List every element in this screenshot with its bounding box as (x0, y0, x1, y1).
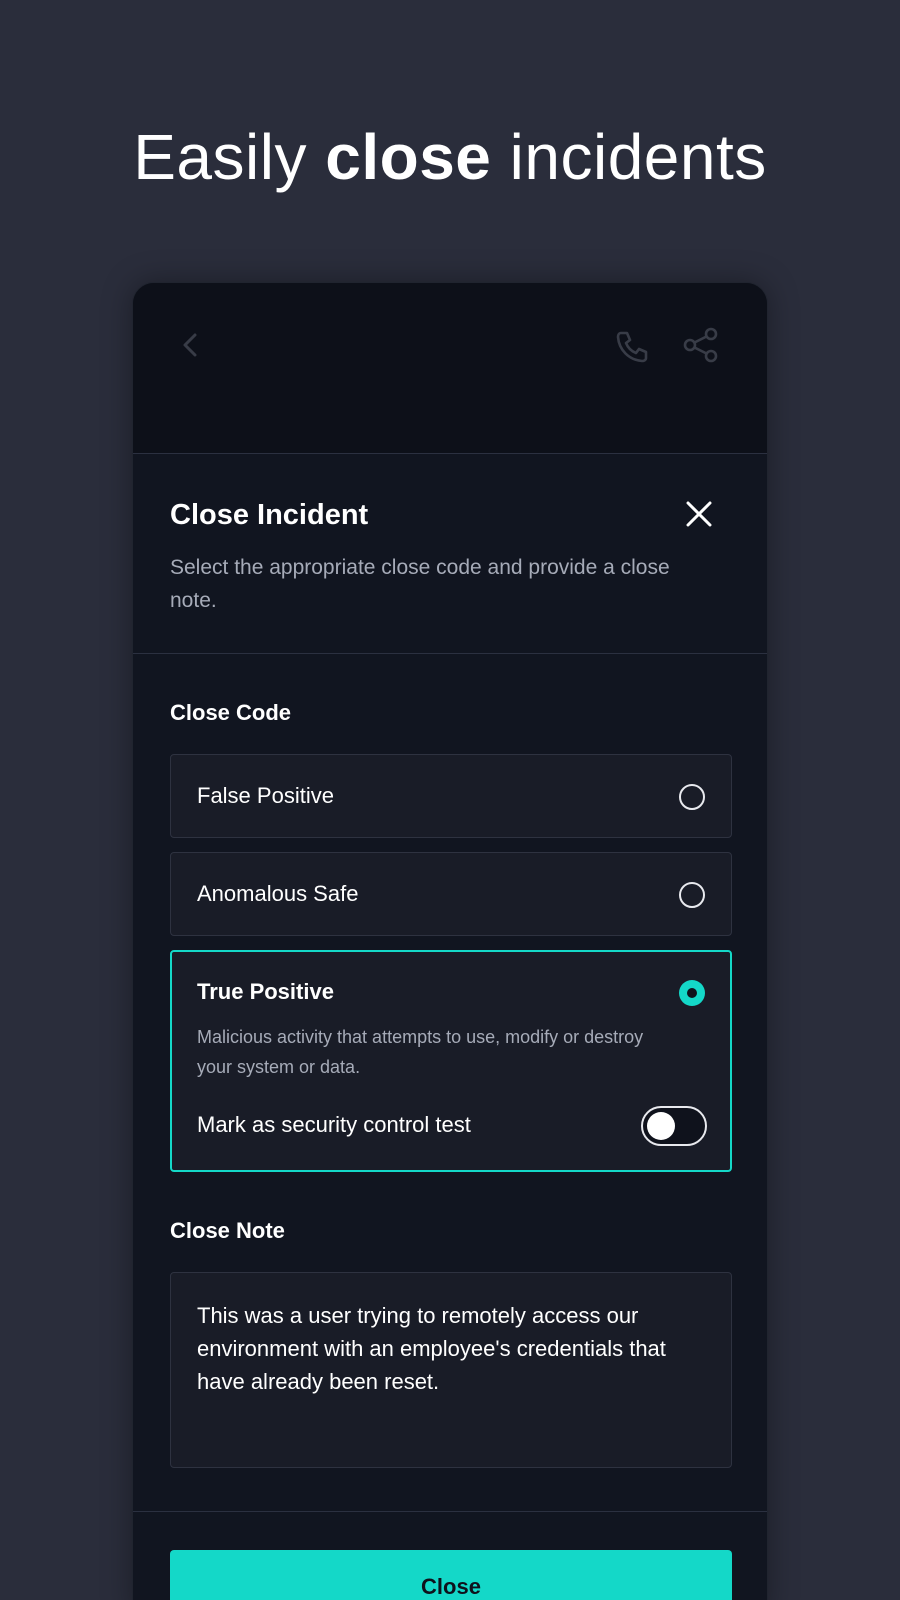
option-label: False Positive (197, 783, 334, 808)
radio-button[interactable] (679, 784, 705, 810)
promo-headline: Easily close incidents (0, 120, 900, 194)
option-anomalous-safe[interactable]: Anomalous Safe (170, 852, 732, 936)
close-incident-sheet: Close Incident Select the appropriate cl… (133, 453, 767, 1600)
footer-divider (133, 1511, 767, 1512)
chevron-left-icon[interactable] (171, 325, 211, 365)
close-button[interactable]: Close (170, 1550, 732, 1600)
sheet-subtitle: Select the appropriate close code and pr… (170, 556, 670, 612)
close-code-label: Close Code (170, 700, 292, 725)
phone-icon[interactable] (611, 325, 651, 365)
phone-screen: Close Incident Select the appropriate cl… (132, 282, 768, 1600)
security-test-toggle[interactable] (641, 1106, 707, 1146)
security-test-toggle-label: Mark as security control test (197, 1112, 471, 1137)
option-description: Malicious activity that attempts to use,… (197, 1027, 644, 1077)
close-icon[interactable] (685, 500, 713, 528)
close-note-textarea[interactable]: This was a user trying to remotely acces… (170, 1272, 732, 1468)
headline-strong: close (325, 121, 492, 193)
sheet-header: Close Incident Select the appropriate cl… (133, 454, 767, 654)
close-note-label: Close Note (170, 1218, 285, 1243)
option-false-positive[interactable]: False Positive (170, 754, 732, 838)
option-label: True Positive (197, 979, 334, 1004)
radio-button-selected[interactable] (679, 980, 705, 1006)
radio-button[interactable] (679, 882, 705, 908)
share-icon[interactable] (681, 325, 721, 365)
option-true-positive[interactable]: True Positive Malicious activity that at… (170, 950, 732, 1172)
headline-prefix: Easily (133, 121, 326, 193)
app-topbar (133, 283, 767, 453)
headline-suffix: incidents (491, 121, 767, 193)
option-label: Anomalous Safe (197, 881, 359, 906)
sheet-title: Close Incident (170, 499, 369, 531)
